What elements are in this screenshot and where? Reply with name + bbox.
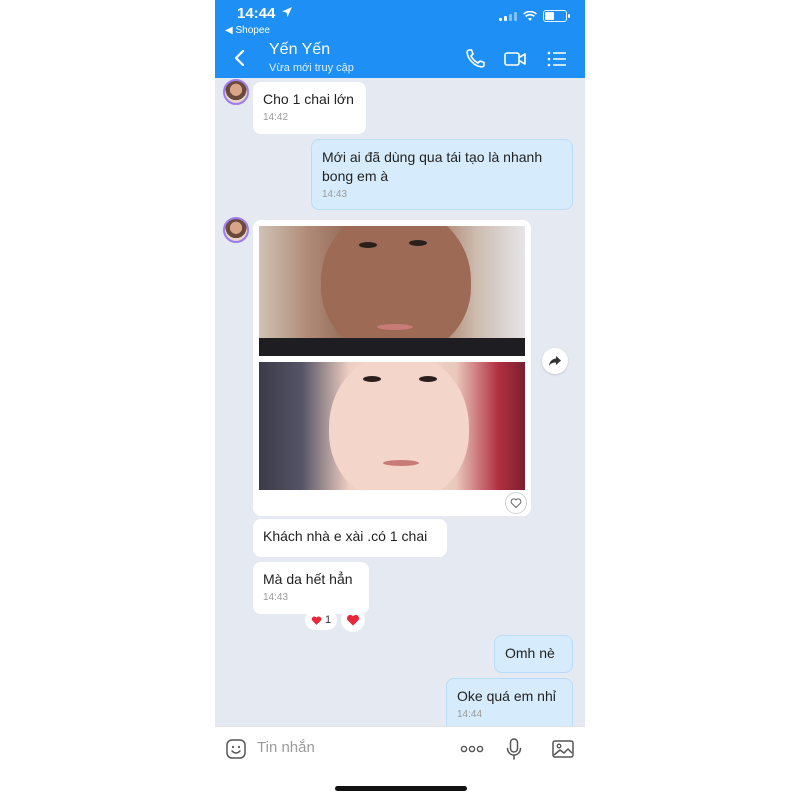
phone-icon[interactable] xyxy=(463,47,487,71)
react-heart-button[interactable] xyxy=(341,608,366,632)
mic-icon[interactable] xyxy=(505,737,523,761)
reaction-count[interactable]: 1 xyxy=(305,610,338,630)
signal-icon xyxy=(499,11,517,21)
back-to-app-link[interactable]: ◀ Shopee xyxy=(225,25,270,36)
share-icon xyxy=(549,356,561,366)
heart-icon xyxy=(347,614,360,626)
more-icon[interactable] xyxy=(459,738,485,760)
like-button[interactable] xyxy=(505,492,527,514)
message-text: bong em à xyxy=(322,168,389,184)
contact-name[interactable]: Yến Yến xyxy=(269,41,330,59)
chat-screen: 14:44 ◀ Shopee Yến Yến Vừa mới truy cập … xyxy=(215,0,585,800)
message-text: Oke quá em nhỉ xyxy=(457,688,556,704)
message-bubble[interactable]: Khách nhà e xài .có 1 chai xyxy=(253,519,447,557)
message-text: Cho 1 chai lớn xyxy=(263,91,354,107)
message-list[interactable]: Cho 1 chai lớn 14:42 Mới ai đã dùng qua … xyxy=(215,78,585,726)
message-bubble[interactable]: Mới ai đã dùng qua tái tạo là nhanh bong… xyxy=(311,139,573,210)
message-bubble[interactable]: Cho 1 chai lớn 14:42 xyxy=(253,82,366,134)
gallery-icon[interactable] xyxy=(551,738,575,760)
menu-icon[interactable] xyxy=(545,47,569,71)
avatar[interactable] xyxy=(223,217,249,243)
message-bubble[interactable]: Oke quá em nhỉ 14:44 xyxy=(446,678,573,726)
wifi-icon xyxy=(523,10,537,21)
heart-icon xyxy=(311,616,322,625)
message-time: 14:42 xyxy=(263,112,289,123)
emoji-icon[interactable] xyxy=(225,738,247,760)
chat-header: 14:44 ◀ Shopee Yến Yến Vừa mới truy cập xyxy=(215,0,585,78)
home-indicator[interactable] xyxy=(335,786,467,791)
contact-status: Vừa mới truy cập xyxy=(269,62,354,74)
message-time: 14:43 xyxy=(263,592,289,603)
video-icon[interactable] xyxy=(503,47,527,71)
avatar[interactable] xyxy=(223,79,249,105)
message-reactions[interactable]: 1 xyxy=(305,608,366,632)
share-button[interactable] xyxy=(542,348,568,374)
location-arrow-icon xyxy=(282,7,292,17)
message-bubble[interactable]: Mà da hết hẳn 14:43 xyxy=(253,562,369,614)
status-time: 14:44 xyxy=(237,5,276,22)
battery-icon xyxy=(543,10,570,22)
message-text: Mới ai đã dùng qua tái tạo là nhanh xyxy=(322,149,543,165)
message-time: 14:44 xyxy=(457,709,483,720)
after-photo[interactable] xyxy=(259,362,525,490)
message-text: Omh nè xyxy=(505,645,555,661)
before-photo[interactable] xyxy=(259,226,525,356)
status-indicators xyxy=(499,10,570,22)
image-message[interactable] xyxy=(253,220,531,516)
message-text: Mà da hết hẳn xyxy=(263,571,353,587)
back-icon[interactable] xyxy=(233,48,247,68)
heart-icon xyxy=(510,498,522,508)
reaction-count-label: 1 xyxy=(325,614,332,626)
message-text: Khách nhà e xài .có 1 chai xyxy=(263,528,428,544)
message-bubble[interactable]: Omh nè xyxy=(494,635,573,673)
message-time: 14:43 xyxy=(322,189,348,200)
message-input[interactable]: Tin nhắn xyxy=(257,739,315,756)
